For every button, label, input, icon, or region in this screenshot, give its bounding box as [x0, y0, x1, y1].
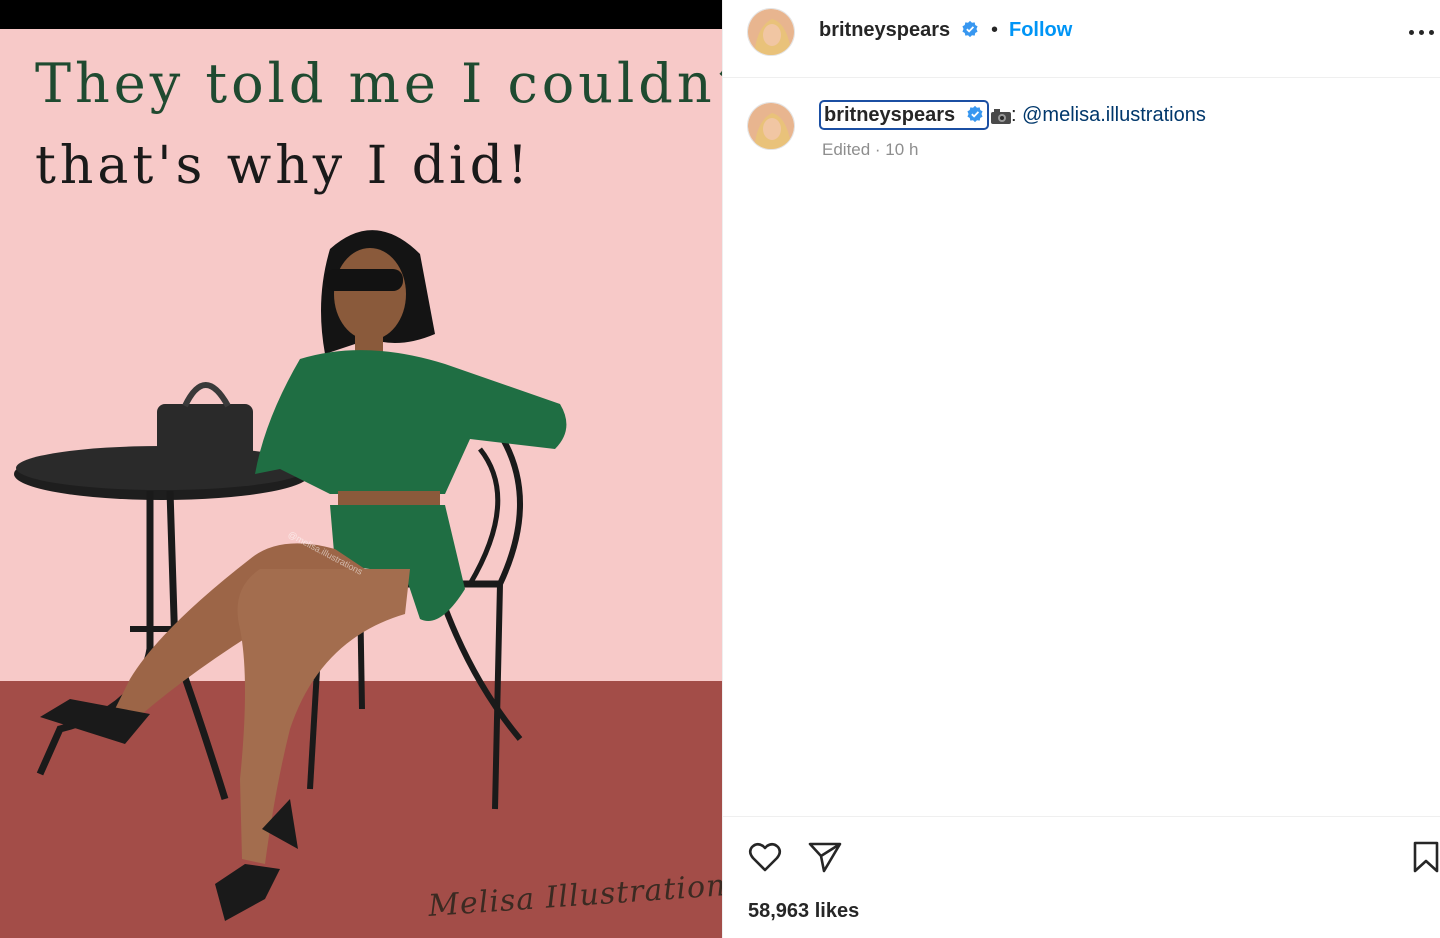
bookmark-icon[interactable]: [1411, 839, 1440, 875]
avatar[interactable]: [747, 8, 795, 56]
post-panel: britneyspears • Follow britneyspears: @…: [722, 0, 1440, 938]
avatar-image: [748, 9, 794, 55]
post-header: britneyspears • Follow: [723, 0, 1440, 78]
paper-plane-icon[interactable]: [807, 839, 843, 875]
verified-badge-icon: [962, 20, 978, 38]
heart-icon[interactable]: [747, 839, 783, 875]
more-horizontal-icon[interactable]: [1409, 22, 1437, 42]
caption-username[interactable]: britneyspears: [819, 100, 989, 130]
caption-avatar-image: [748, 103, 794, 149]
quote-line-1: They told me I couldn’t: [35, 52, 722, 115]
image-top-bar: [0, 0, 722, 29]
caption-colon: :: [1011, 104, 1017, 126]
follow-button[interactable]: Follow: [1009, 19, 1072, 42]
quote-line-2: that's why I did!: [35, 136, 532, 196]
header-separator: •: [991, 19, 999, 41]
header-username-text[interactable]: britneyspears: [819, 19, 950, 41]
likes-count[interactable]: 58,963 likes: [748, 900, 859, 923]
caption-verified-badge-icon: [967, 105, 983, 123]
caption-avatar[interactable]: [747, 102, 795, 150]
post-image[interactable]: They told me I couldn’t that's why I did…: [0, 0, 722, 938]
camera-icon: [991, 109, 1011, 124]
caption-text: : @melisa.illustrations: [1011, 104, 1206, 127]
caption-username-text[interactable]: britneyspears: [824, 104, 955, 126]
post-meta: Edited · 10 h: [822, 140, 919, 159]
header-username[interactable]: britneyspears: [819, 19, 979, 42]
mention-link[interactable]: @melisa.illustrations: [1022, 104, 1206, 126]
action-bar: 58,963 likes: [723, 816, 1440, 938]
